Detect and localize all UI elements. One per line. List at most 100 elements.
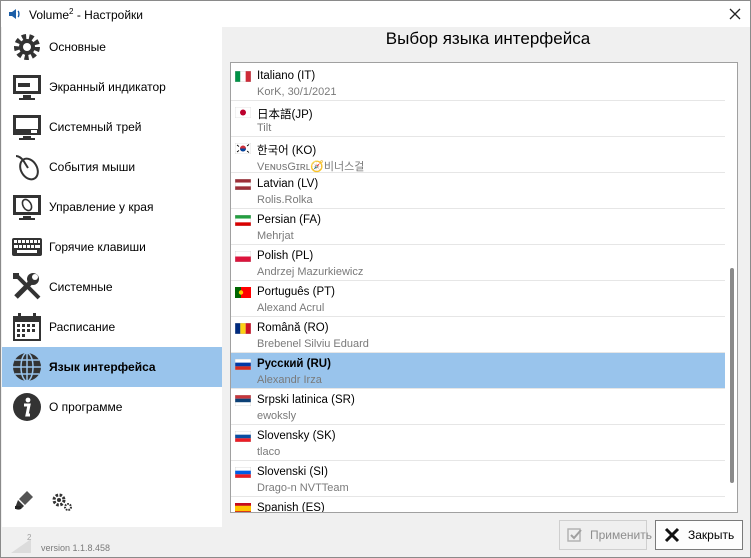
language-item[interactable]: 한국어 (KO) VᴇɴᴜsGɪʀʟ🧭비너스걸 xyxy=(231,137,725,173)
language-item[interactable]: Polish (PL) Andrzej Mazurkiewicz xyxy=(231,245,725,281)
close-icon xyxy=(729,8,741,20)
sidebar-item-label: Системный трей xyxy=(49,120,142,134)
language-name: Русский (RU) xyxy=(257,358,331,370)
language-author: tlaco xyxy=(257,446,281,458)
language-author: KorK, 30/1/2021 xyxy=(257,86,337,98)
sidebar-item-tray[interactable]: Системный трей xyxy=(2,107,222,147)
close-button[interactable]: Закрыть xyxy=(655,520,743,550)
page-title: Выбор языка интерфейса xyxy=(385,29,591,48)
scrollbar-thumb[interactable] xyxy=(730,268,734,483)
flag-icon xyxy=(234,358,252,371)
sidebar-tools xyxy=(11,487,75,513)
sidebar-item-calendar[interactable]: Расписание xyxy=(2,307,222,347)
sidebar: Основные Экранный индикатор Системный трей… xyxy=(2,27,222,527)
settings-window: Volume2 - Настройки Основные Экранный инд… xyxy=(0,0,751,558)
language-author: VᴇɴᴜsGɪʀʟ🧭비너스걸 xyxy=(257,161,365,173)
language-name: 日本語(JP) xyxy=(257,109,313,121)
tools-icon xyxy=(10,270,44,304)
language-name: Spanish (ES) xyxy=(257,502,325,513)
language-item[interactable]: Spanish (ES) xyxy=(231,497,725,513)
apply-label: Применить xyxy=(590,528,653,542)
svg-text:2: 2 xyxy=(27,533,32,542)
sidebar-item-label: Основные xyxy=(49,40,106,54)
sidebar-item-label: События мыши xyxy=(49,160,136,174)
language-author: Alexandr Irza xyxy=(257,374,322,386)
flag-icon xyxy=(235,287,251,298)
language-name: Srpski latinica (SR) xyxy=(257,394,355,406)
close-label: Закрыть xyxy=(688,528,735,542)
language-author: Andrzej Mazurkiewicz xyxy=(257,266,364,278)
language-name: 한국어 (KO) xyxy=(257,145,317,157)
language-item[interactable]: Slovensky (SK) tlaco xyxy=(231,425,725,461)
info-icon xyxy=(10,390,44,424)
speaker-icon xyxy=(7,6,23,22)
language-author: Tilt xyxy=(257,122,272,134)
calendar-icon xyxy=(10,310,44,344)
language-item[interactable]: Português (PT) Alexand Acrul xyxy=(231,281,725,317)
sidebar-item-label: Системные xyxy=(49,280,113,294)
flag-icon xyxy=(234,430,252,443)
flag-icon xyxy=(234,178,252,191)
sidebar-item-label: Расписание xyxy=(49,320,116,334)
language-item[interactable]: Latvian (LV) Rolis.Rolka xyxy=(231,173,725,209)
language-list[interactable]: Italiano (IT) KorK, 30/1/2021 日本語(JP) Tilt 한… xyxy=(230,62,738,513)
flag-icon xyxy=(234,214,252,227)
sidebar-item-monitor[interactable]: Экранный индикатор xyxy=(2,67,222,107)
language-name: Português (PT) xyxy=(257,286,335,298)
sidebar-item-keyboard[interactable]: Горячие клавиши xyxy=(2,227,222,267)
language-item[interactable]: Srpski latinica (SR) ewoksly xyxy=(231,389,725,425)
language-item[interactable]: Persian (FA) Mehrjat xyxy=(231,209,725,245)
language-item[interactable]: Română (RO) Brebenel Silviu Eduard xyxy=(231,317,725,353)
version-label: version 1.1.8.458 xyxy=(41,543,111,553)
language-item[interactable]: Italiano (IT) KorK, 30/1/2021 xyxy=(231,65,725,101)
gear-icon xyxy=(10,30,44,64)
flag-icon xyxy=(234,322,252,335)
volume-logo-icon: 2 xyxy=(11,533,32,553)
flag-icon xyxy=(234,394,252,407)
keyboard-icon xyxy=(10,230,44,264)
gears-icon xyxy=(52,493,72,511)
language-name: Latvian (LV) xyxy=(257,178,319,190)
language-item[interactable]: Русский (RU) Alexandr Irza xyxy=(231,353,725,389)
sidebar-item-label: Экранный индикатор xyxy=(49,80,166,94)
language-author: Mehrjat xyxy=(257,230,294,242)
language-item[interactable]: 日本語(JP) Tilt xyxy=(231,101,725,137)
sidebar-item-label: Управление у края xyxy=(49,200,154,214)
sidebar-item-label: Горячие клавиши xyxy=(49,240,146,254)
window-close-button[interactable] xyxy=(726,5,744,23)
sidebar-item-info[interactable]: О программе xyxy=(2,387,222,427)
language-item[interactable]: Slovenski (SI) Drago-n NVTTeam xyxy=(231,461,725,497)
language-author: ewoksly xyxy=(257,410,297,422)
sidebar-item-mouse[interactable]: События мыши xyxy=(2,147,222,187)
flag-icon xyxy=(234,466,252,479)
monitor-icon xyxy=(10,70,44,104)
window-title: Volume2 - Настройки xyxy=(29,6,143,22)
language-name: Română (RO) xyxy=(257,322,329,334)
mouse-icon xyxy=(10,150,44,184)
title-bar: Volume2 - Настройки xyxy=(1,1,750,27)
language-author: Rolis.Rolka xyxy=(257,194,313,206)
advanced-settings-button[interactable] xyxy=(49,487,75,513)
apply-icon xyxy=(566,525,584,545)
close-icon xyxy=(662,525,682,545)
sidebar-item-globe[interactable]: Язык интерфейса xyxy=(2,347,222,387)
brush-tool-button[interactable] xyxy=(11,487,37,513)
flag-icon xyxy=(234,142,252,155)
language-name: Polish (PL) xyxy=(257,250,314,262)
flag-icon xyxy=(234,250,252,263)
sidebar-item-screen-edge[interactable]: Управление у края xyxy=(2,187,222,227)
language-name: Italiano (IT) xyxy=(257,70,316,82)
sidebar-item-gear[interactable]: Основные xyxy=(2,27,222,67)
screen-edge-icon xyxy=(10,190,44,224)
sidebar-item-tools[interactable]: Системные xyxy=(2,267,222,307)
language-name: Slovensky (SK) xyxy=(257,430,336,442)
flag-icon xyxy=(234,70,252,83)
version-info: 2 version 1.1.8.458 xyxy=(11,529,110,553)
list-scrollbar[interactable] xyxy=(725,63,737,512)
flag-icon xyxy=(235,503,251,512)
language-author: Drago-n NVTTeam xyxy=(257,482,349,494)
apply-button[interactable]: Применить xyxy=(559,520,652,550)
sidebar-item-label: О программе xyxy=(49,400,123,414)
language-author: Alexand Acrul xyxy=(257,302,325,314)
language-name: Persian (FA) xyxy=(257,214,321,226)
